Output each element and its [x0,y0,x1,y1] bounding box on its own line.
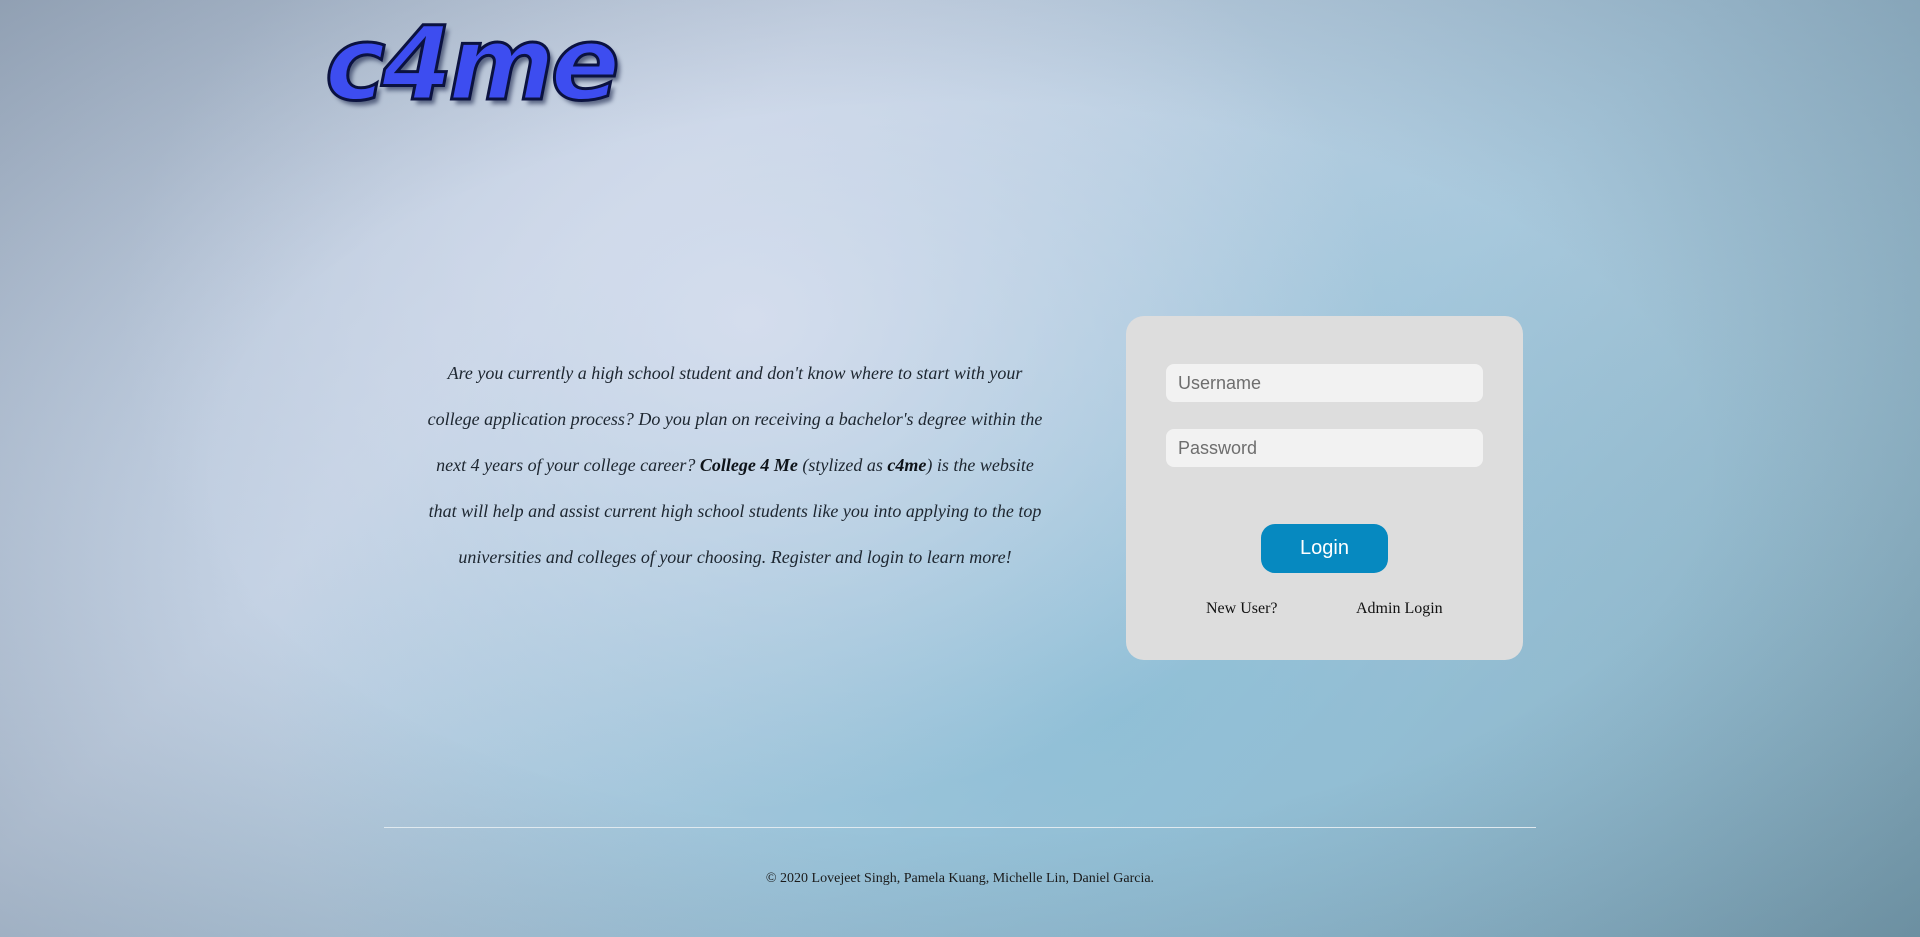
intro-paragraph: Are you currently a high school student … [425,350,1045,580]
intro-brand-full: College 4 Me [699,455,798,475]
intro-text-part-2: (stylized as [797,455,888,475]
login-card: Login New User? Admin Login [1126,316,1523,660]
footer-copyright: © 2020 Lovejeet Singh, Pamela Kuang, Mic… [765,871,1155,886]
password-input[interactable] [1166,429,1483,467]
site-logo[interactable]: c4me [324,12,622,117]
login-button[interactable]: Login [1261,524,1388,573]
username-input[interactable] [1166,364,1483,402]
admin-login-link[interactable]: Admin Login [1356,600,1443,618]
intro-brand-short: c4me [887,455,927,475]
footer-divider [384,827,1536,828]
new-user-link[interactable]: New User? [1206,600,1278,618]
